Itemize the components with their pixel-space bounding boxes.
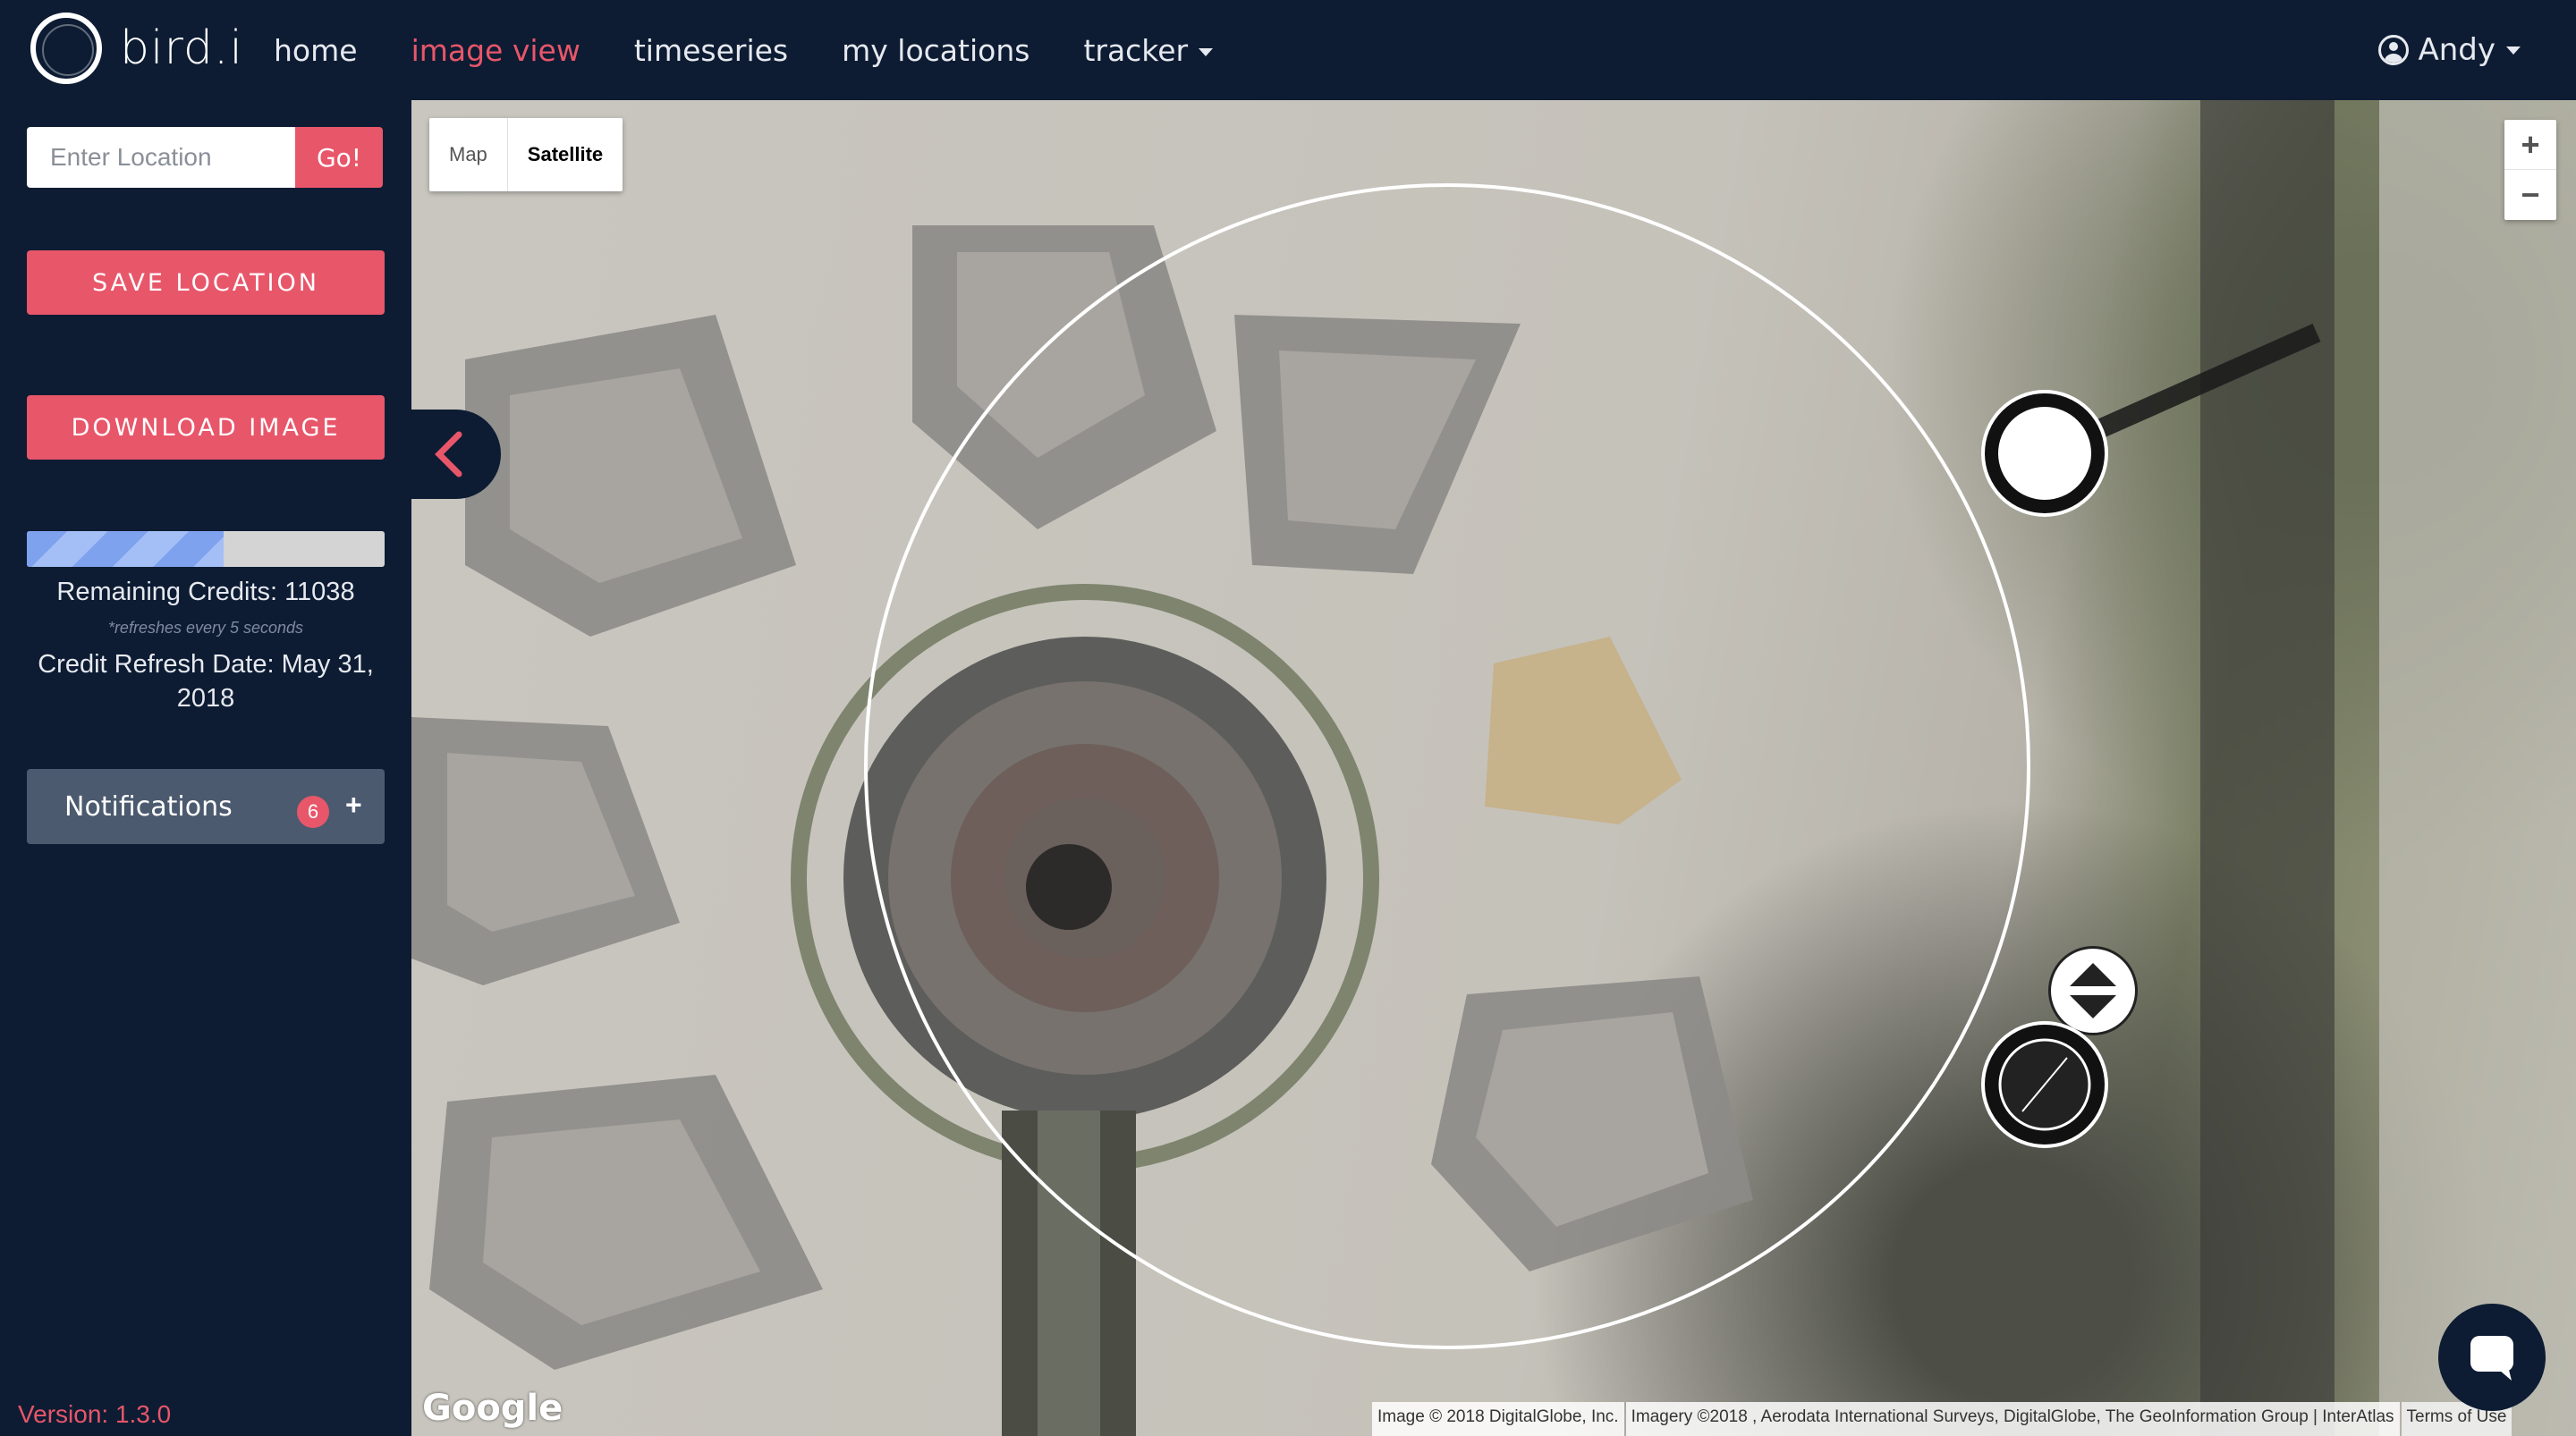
user-menu[interactable]: Andy bbox=[2378, 0, 2521, 100]
brand-name: bird.i bbox=[120, 21, 243, 75]
map-attribution: Image © 2018 DigitalGlobe, Inc. Imagery … bbox=[1372, 1402, 2513, 1436]
credits-progress-fill bbox=[27, 531, 224, 567]
go-button[interactable]: Go! bbox=[295, 127, 383, 188]
satellite-map[interactable]: Map Satellite + − Google Image © 2018 Di… bbox=[411, 100, 2576, 1436]
handle-knob-icon bbox=[1998, 407, 2091, 500]
brand-logo[interactable]: bird.i bbox=[30, 13, 243, 84]
chevron-left-icon bbox=[435, 431, 462, 477]
up-down-toggle-button[interactable] bbox=[2048, 946, 2138, 1035]
notifications-panel-toggle[interactable]: Notifications 6 + bbox=[27, 769, 385, 844]
app-version: Version: 1.3.0 bbox=[18, 1400, 172, 1428]
remaining-credits: Remaining Credits: 11038 bbox=[56, 578, 355, 606]
download-image-button[interactable]: DOWNLOAD IMAGE bbox=[27, 395, 385, 460]
user-name: Andy bbox=[2418, 32, 2496, 68]
caret-down-icon bbox=[2506, 46, 2521, 55]
circle-resize-handle[interactable] bbox=[1981, 390, 2108, 517]
map-type-map-button[interactable]: Map bbox=[429, 118, 508, 191]
notifications-label: Notifications bbox=[64, 790, 233, 823]
attribution-image: Image © 2018 DigitalGlobe, Inc. bbox=[1372, 1402, 1624, 1436]
nav-timeseries[interactable]: timeseries bbox=[634, 33, 788, 68]
sidebar: Go! SAVE LOCATION DOWNLOAD IMAGE Remaini… bbox=[0, 100, 411, 1436]
rotate-handle[interactable] bbox=[1981, 1021, 2108, 1148]
nav-tracker-dropdown[interactable]: tracker bbox=[1083, 32, 1214, 68]
nav-home[interactable]: home bbox=[274, 33, 358, 68]
user-avatar-icon bbox=[2378, 35, 2410, 65]
attribution-imagery: Imagery ©2018 , Aerodata International S… bbox=[1625, 1402, 2400, 1436]
zoom-control: + − bbox=[2504, 120, 2556, 220]
logo-ring-icon bbox=[30, 13, 102, 84]
nav-links: home image view timeseries my locations … bbox=[274, 0, 1267, 100]
save-location-button[interactable]: SAVE LOCATION bbox=[27, 250, 385, 315]
zoom-in-button[interactable]: + bbox=[2504, 120, 2556, 170]
credits-progress-bar bbox=[27, 531, 385, 567]
caret-down-icon bbox=[1199, 47, 1214, 56]
location-input[interactable] bbox=[27, 127, 295, 188]
map-type-control: Map Satellite bbox=[429, 118, 623, 191]
plus-icon[interactable]: + bbox=[345, 789, 362, 822]
top-navbar: bird.i home image view timeseries my loc… bbox=[0, 0, 2576, 100]
map-type-satellite-button[interactable]: Satellite bbox=[508, 118, 623, 191]
chat-launcher-button[interactable] bbox=[2438, 1304, 2546, 1411]
credit-refresh-date: Credit Refresh Date: May 31, 2018 bbox=[38, 650, 374, 713]
zoom-out-button[interactable]: − bbox=[2504, 170, 2556, 220]
up-down-arrows-icon bbox=[2070, 963, 2116, 1018]
satellite-imagery bbox=[411, 100, 2576, 1436]
nav-image-view[interactable]: image view bbox=[411, 33, 580, 68]
notifications-count-badge: 6 bbox=[297, 796, 329, 828]
nav-tracker-label: tracker bbox=[1083, 32, 1189, 68]
refresh-note: *refreshes every 5 seconds bbox=[107, 619, 304, 637]
google-logo: Google bbox=[422, 1388, 564, 1429]
collapse-sidebar-button[interactable] bbox=[411, 410, 501, 499]
nav-my-locations[interactable]: my locations bbox=[842, 33, 1030, 68]
chat-bubble-icon bbox=[2470, 1336, 2513, 1381]
rotate-knob-icon bbox=[1998, 1038, 2091, 1131]
